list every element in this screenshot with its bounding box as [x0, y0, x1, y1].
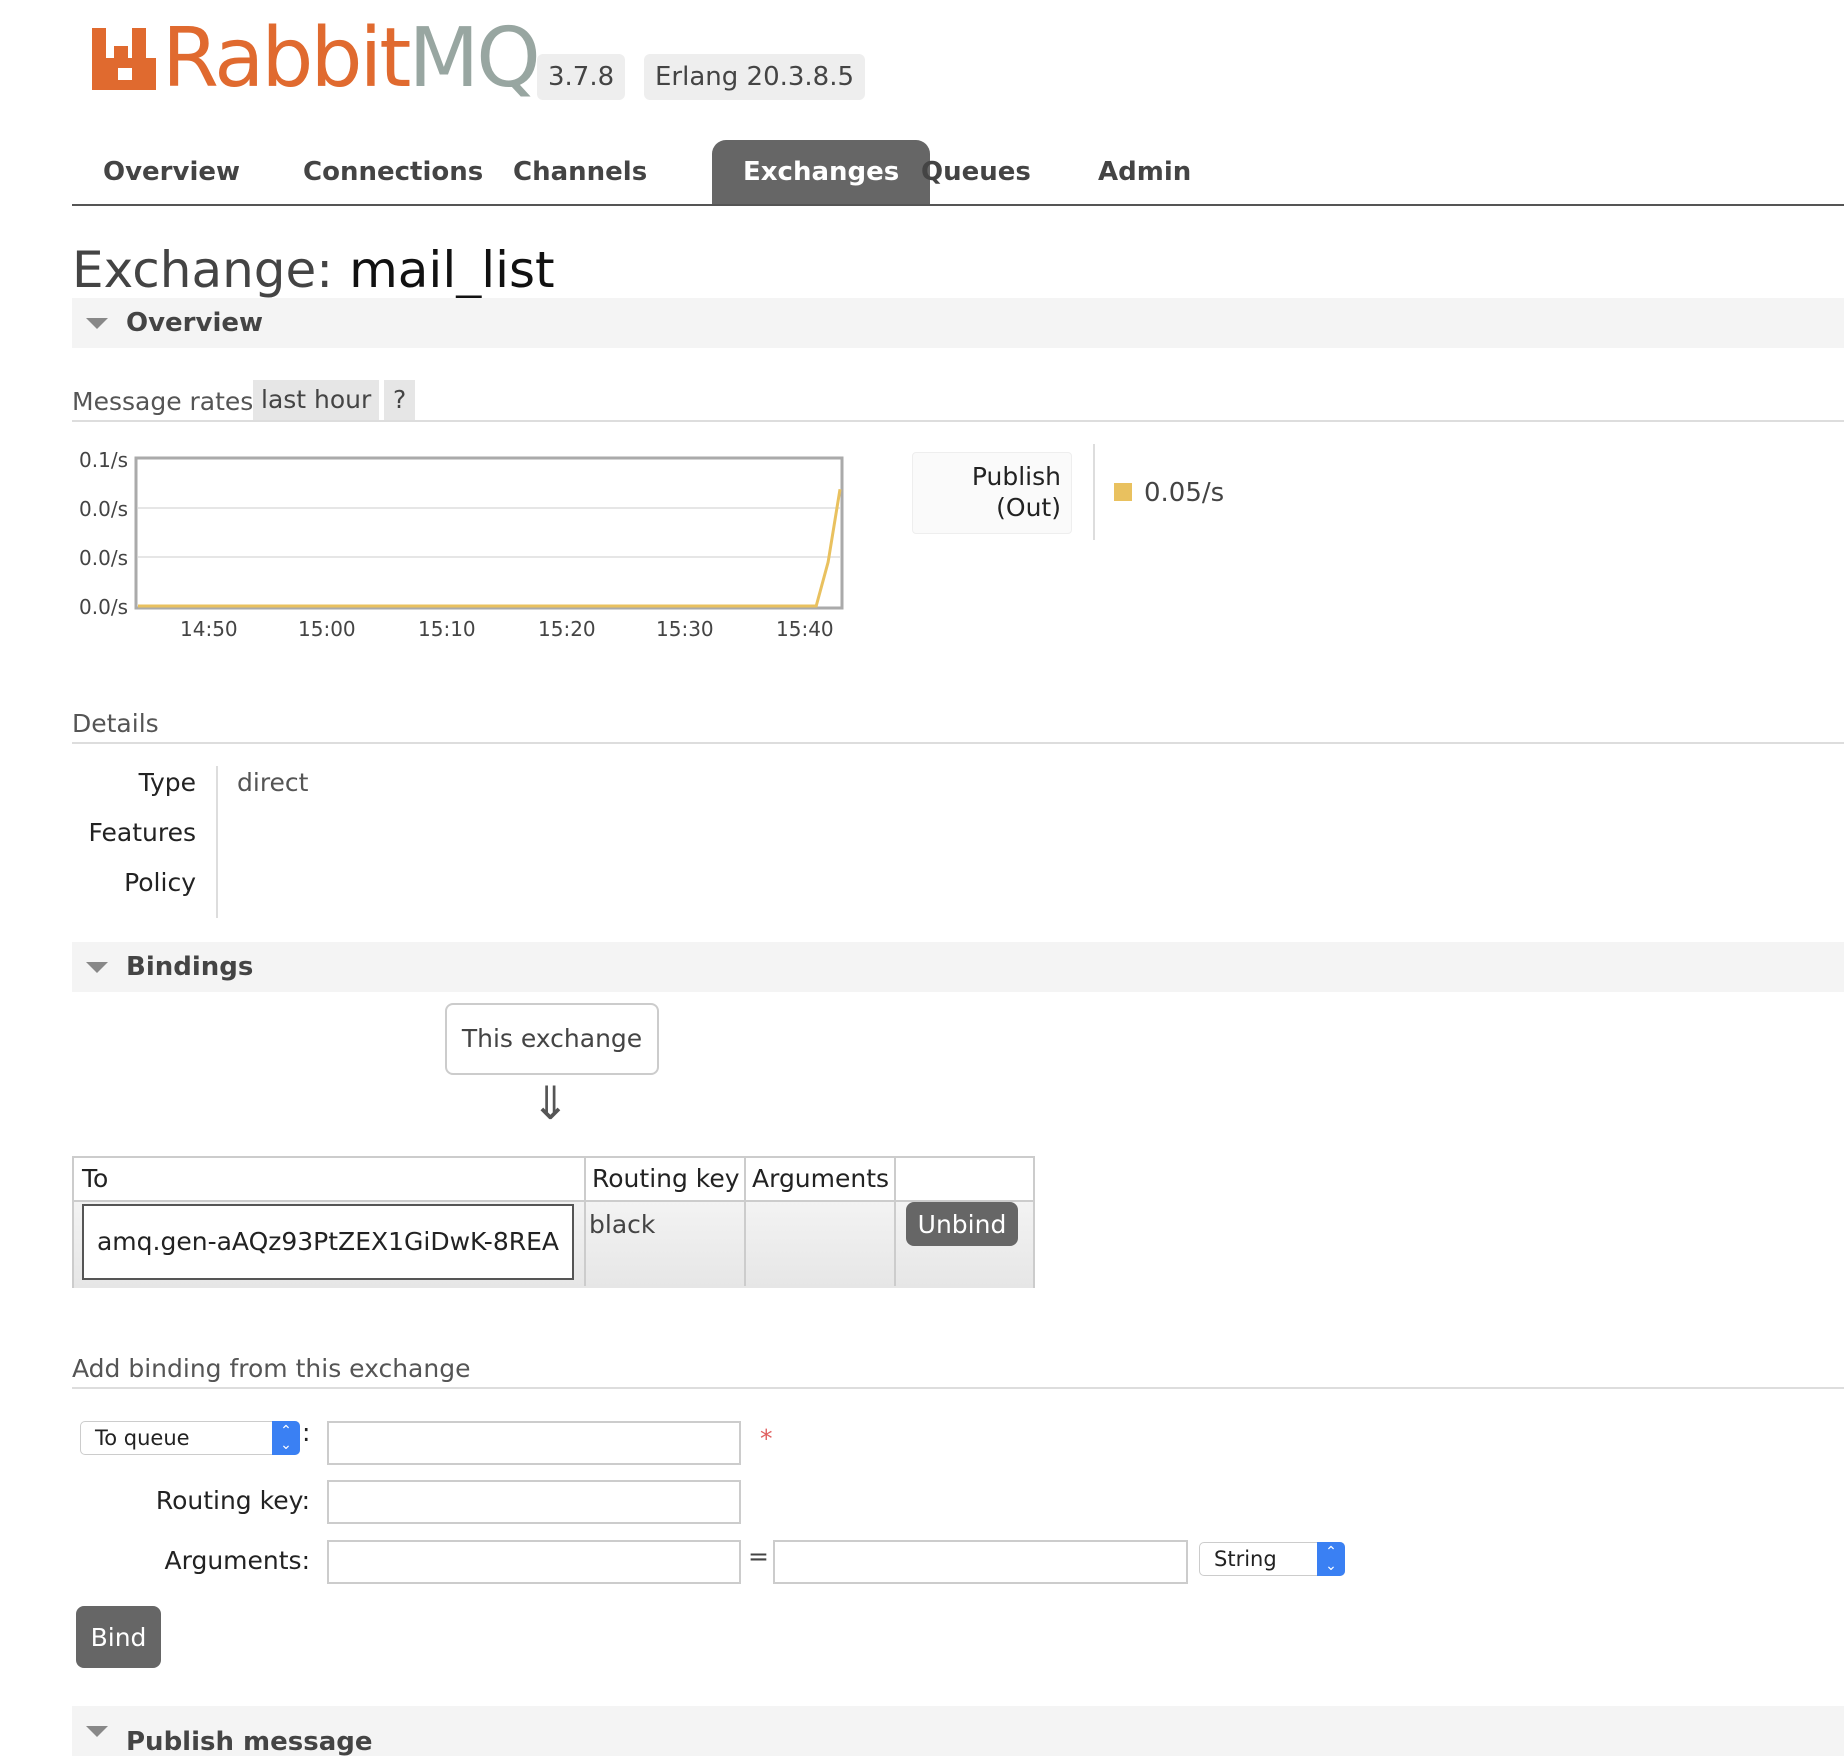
- x-tick-label: 14:50: [180, 617, 238, 641]
- add-binding-heading-label: Add binding from this exchange: [72, 1354, 471, 1383]
- collapse-triangle-icon: [86, 961, 108, 973]
- y-tick-label: 0.0/s: [79, 546, 128, 570]
- equals-sign: =: [748, 1542, 769, 1571]
- argument-type-value: String: [1214, 1547, 1277, 1571]
- page-title: Exchange: mail_list: [72, 240, 555, 300]
- details-heading: Details: [72, 700, 1844, 744]
- rabbit-logo-icon: [92, 28, 156, 90]
- overview-section-header[interactable]: Overview: [72, 298, 1844, 348]
- legend-label-line2: (Out): [996, 493, 1061, 522]
- collapse-triangle-icon: [86, 317, 108, 329]
- routing-key-label: Routing key:: [155, 1486, 310, 1515]
- tab-overview[interactable]: Overview: [72, 140, 271, 204]
- unbind-button[interactable]: Unbind: [906, 1202, 1018, 1246]
- down-arrow-icon: ⇓: [531, 1076, 570, 1130]
- legend-label-line1: Publish: [971, 462, 1061, 491]
- tab-connections[interactable]: Connections: [272, 140, 514, 204]
- details-divider: [216, 766, 218, 918]
- required-asterisk: *: [760, 1424, 773, 1453]
- destination-name-input[interactable]: [327, 1421, 741, 1465]
- y-tick-label: 0.1/s: [79, 448, 128, 472]
- message-rates-chart: [134, 456, 844, 610]
- version-badge: 3.7.8: [537, 54, 626, 100]
- publish-message-section-header[interactable]: Publish message: [72, 1706, 1844, 1757]
- x-tick-label: 15:30: [656, 617, 714, 641]
- argument-key-input[interactable]: [327, 1540, 741, 1584]
- column-divider: [744, 1158, 746, 1286]
- legend-series-label: Publish (Out): [912, 452, 1072, 534]
- x-tick-label: 15:40: [776, 617, 834, 641]
- argument-type-select[interactable]: String ⌃ ⌄: [1199, 1542, 1345, 1576]
- x-tick-label: 15:10: [418, 617, 476, 641]
- binding-destination-queue-link[interactable]: amq.gen-aAQz93PtZEX1GiDwK-8REA: [82, 1204, 574, 1280]
- bindings-section-header[interactable]: Bindings: [72, 942, 1844, 992]
- detail-label-type: Type: [138, 768, 196, 797]
- legend-value: 0.05/s: [1144, 478, 1225, 508]
- range-selector[interactable]: last hour: [253, 380, 380, 420]
- column-header-arguments: Arguments: [752, 1164, 890, 1193]
- binding-routing-key: black: [589, 1210, 656, 1239]
- rabbitmq-logo[interactable]: RabbitMQ TM: [92, 18, 558, 100]
- message-rates-label: Message rates: [72, 387, 254, 416]
- x-tick-label: 15:20: [538, 617, 596, 641]
- routing-key-input[interactable]: [327, 1480, 741, 1524]
- bind-button[interactable]: Bind: [76, 1606, 161, 1668]
- logo-wordmark: RabbitMQ: [162, 11, 541, 106]
- destination-type-select[interactable]: To queue ⌃ ⌄: [80, 1421, 300, 1455]
- erlang-version-badge: Erlang 20.3.8.5: [644, 54, 866, 100]
- tab-queues[interactable]: Queues: [890, 140, 1062, 204]
- legend-divider: [1093, 444, 1095, 540]
- collapse-triangle-icon: [86, 1725, 108, 1737]
- column-divider: [894, 1158, 896, 1286]
- argument-value-input[interactable]: [773, 1540, 1188, 1584]
- tab-channels[interactable]: Channels: [482, 140, 678, 204]
- bindings-section-label: Bindings: [126, 952, 254, 982]
- this-exchange-box: This exchange: [445, 1003, 659, 1075]
- y-tick-label: 0.0/s: [79, 497, 128, 521]
- main-nav: Overview Connections Channels Exchanges …: [72, 140, 1844, 206]
- arguments-label: Arguments:: [164, 1546, 310, 1575]
- column-divider: [584, 1158, 586, 1286]
- x-tick-label: 15:00: [298, 617, 356, 641]
- details-heading-label: Details: [72, 709, 159, 738]
- y-tick-label: 0.0/s: [79, 595, 128, 619]
- detail-value-type: direct: [237, 768, 309, 797]
- destination-type-value: To queue: [95, 1426, 190, 1450]
- exchange-name: mail_list: [349, 241, 555, 299]
- tab-admin[interactable]: Admin: [1067, 140, 1222, 204]
- detail-label-policy: Policy: [124, 868, 196, 897]
- add-binding-heading: Add binding from this exchange: [72, 1345, 1844, 1389]
- message-rates-heading: Message rates last hour ?: [72, 378, 1844, 422]
- select-chevron-icon: ⌃ ⌄: [1317, 1542, 1345, 1576]
- help-button[interactable]: ?: [384, 380, 416, 420]
- page-title-prefix: Exchange:: [72, 241, 334, 299]
- overview-section-label: Overview: [126, 308, 264, 338]
- select-chevron-icon: ⌃ ⌄: [272, 1421, 300, 1455]
- column-header-routing-key: Routing key: [592, 1164, 740, 1193]
- legend-swatch: [1114, 483, 1132, 501]
- column-header-to: To: [82, 1164, 109, 1193]
- chart-frame: [134, 456, 844, 610]
- bindings-table: To Routing key Arguments amq.gen-aAQz93P…: [72, 1156, 1035, 1288]
- colon-label: :: [302, 1418, 311, 1447]
- detail-label-features: Features: [88, 818, 197, 847]
